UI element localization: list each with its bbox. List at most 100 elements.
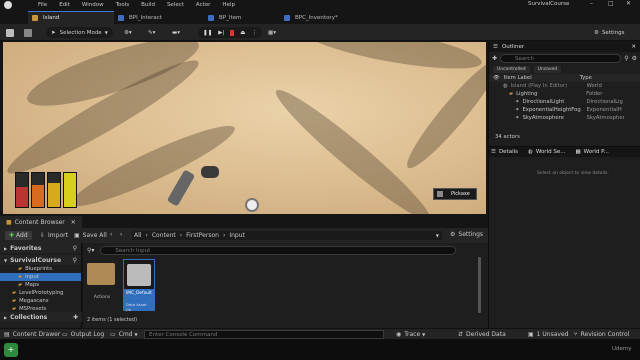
pickup-prompt: Pickaxe [433, 188, 477, 200]
output-log-button[interactable]: ▭ Output Log [62, 331, 104, 338]
folder-item[interactable]: ▰ Megascans [0, 297, 81, 305]
hotbar-slot-lightyellow[interactable] [63, 172, 77, 208]
save-all-button[interactable]: ▣ Save All [74, 231, 107, 240]
menu-tools[interactable]: Tools [116, 2, 130, 8]
filter-unsaved[interactable]: Unsaved [533, 66, 562, 73]
unsaved-button[interactable]: ▣ 1 Unsaved [528, 331, 568, 338]
outliner-search-input[interactable]: Search [500, 54, 622, 63]
level-viewport[interactable]: Pickaxe [3, 42, 486, 214]
settings-button[interactable]: ⚙ Settings [594, 27, 625, 38]
hotbar-slot-red[interactable] [15, 172, 29, 208]
folder-item[interactable]: ▰ Input [0, 273, 81, 281]
content-drawer-button[interactable]: ▤ Content Drawer [4, 331, 60, 338]
menu-window[interactable]: Window [82, 2, 104, 8]
tab-world-settings[interactable]: ◍ World Se... [528, 149, 565, 155]
chevron-down-icon[interactable]: ▼ [436, 233, 439, 238]
outliner-row-label: SkyAtmosphere [522, 115, 564, 121]
unreal-logo[interactable] [4, 1, 12, 9]
trace-button[interactable]: ◉ Trace ▼ [396, 331, 425, 338]
import-button[interactable]: ⇩ Import [40, 231, 68, 240]
stop-icon[interactable] [230, 29, 235, 36]
project-root-header[interactable]: ▼ SurvivalCourse ⚲ [0, 255, 81, 265]
folder-icon: ■ [6, 218, 12, 226]
breadcrumb-firstperson[interactable]: FirstPerson [186, 232, 219, 239]
quick-add-icon[interactable]: ⚙▾ [124, 27, 132, 38]
breadcrumb-all[interactable]: All [134, 232, 141, 239]
collections-header[interactable]: ▶ Collections ✚ [0, 312, 82, 322]
blueprint-menu-icon[interactable]: ✎▾ [148, 27, 155, 38]
menu-file[interactable]: File [38, 2, 47, 8]
add-collection-icon[interactable]: ✚ [73, 314, 78, 321]
outliner-panel: ☰ Outliner ✕ ✚ Search ⚲ ⚙ Uncontrolled U… [488, 42, 640, 146]
outliner-row[interactable]: ✦ SkyAtmosphere SkyAtmosphere [489, 114, 640, 122]
tab-island[interactable]: Island [28, 11, 114, 24]
title-bar: File Edit Window Tools Build Select Acto… [0, 0, 640, 10]
cmd-selector[interactable]: ▭ Cmd ▼ [110, 331, 138, 338]
cinematics-icon[interactable]: ▬▾ [172, 27, 180, 38]
udemy-badge: + [4, 343, 18, 357]
tab-bpc-inventory[interactable]: BPC_Inventory* [280, 11, 370, 24]
chevron-down-icon: ▼ [134, 332, 138, 337]
tab-details[interactable]: ☰ Details [491, 149, 518, 155]
outliner-row[interactable]: ✦ ExponentialHeightFog ExponentialH [489, 106, 640, 114]
breadcrumb-input[interactable]: Input [229, 232, 245, 239]
filter-icon[interactable]: ⚲▾ [87, 247, 94, 254]
asset-search-input[interactable]: Search Input [100, 246, 457, 255]
status-bar: ▤ Content Drawer ▭ Output Log ▭ Cmd ▼ En… [0, 328, 640, 339]
pause-icon[interactable]: ❚❚ [203, 30, 212, 36]
nav-forward-icon[interactable]: › [120, 231, 122, 238]
menu-help[interactable]: Help [222, 2, 235, 8]
tab-bpi-interact[interactable]: BPI_Interact [114, 11, 204, 24]
folder-item[interactable]: ▰ LevelPrototyping [0, 289, 81, 297]
details-icon: ☰ [491, 149, 496, 155]
content-settings-button[interactable]: ⚙ Settings [450, 231, 483, 238]
breadcrumb-content[interactable]: Content [152, 232, 176, 239]
tab-bp-item[interactable]: BP_Item [204, 11, 280, 24]
folder-item[interactable]: ▰ Maps [0, 281, 81, 289]
minimize-button[interactable]: – [590, 0, 593, 7]
visibility-icon[interactable]: 👁 [493, 75, 500, 81]
outliner-row[interactable]: ▰ Lighting Folder [489, 90, 640, 98]
more-icon[interactable]: ⋮ [252, 30, 258, 36]
eject-icon[interactable]: ⏏ [240, 30, 245, 36]
folder-item[interactable]: ▰ Blueprints [0, 265, 81, 273]
menu-select[interactable]: Select [167, 2, 184, 8]
folder-actions[interactable]: Actions [87, 259, 117, 311]
favorites-header[interactable]: ▶ Favorites ⚲ [0, 243, 81, 253]
close-icon[interactable]: ✕ [71, 219, 76, 226]
platforms-icon[interactable]: ▦▾ [268, 27, 276, 38]
asset-imc-default[interactable]: IMC_Default Data Asset (In [123, 259, 155, 312]
tab-world-partition[interactable]: ▦ World P... [575, 149, 608, 155]
close-icon[interactable]: ✕ [631, 44, 636, 50]
add-actor-icon[interactable]: ✚ [492, 55, 497, 62]
save-icon[interactable] [6, 29, 14, 37]
maximize-button[interactable]: □ [608, 0, 614, 7]
hotbar-slot-orange[interactable] [31, 172, 45, 208]
outliner-row[interactable]: ◍ Island (Play In Editor) World [489, 82, 640, 90]
tab-content-browser[interactable]: ■ Content Browser ✕ [0, 216, 82, 228]
close-button[interactable]: ✕ [626, 0, 631, 7]
menu-build[interactable]: Build [141, 2, 155, 8]
step-icon[interactable]: ▶| [218, 30, 224, 36]
content-icon[interactable] [24, 29, 32, 37]
hotbar-slot-yellow[interactable] [47, 172, 61, 208]
selection-mode-button[interactable]: ➤ Selection Mode ▼ [46, 27, 113, 38]
nav-back-icon[interactable]: ‹ [110, 231, 112, 238]
filter-icon[interactable]: ⚲ [624, 55, 628, 62]
unsaved-icon: ▣ [528, 331, 534, 338]
console-input[interactable]: Enter Console Command [144, 330, 384, 339]
search-icon[interactable]: ⚲ [73, 257, 77, 264]
outliner-row-type: SkyAtmosphere [586, 115, 625, 121]
derived-data-button[interactable]: ⇵ Derived Data [458, 331, 506, 338]
scrollbar[interactable] [478, 257, 481, 313]
settings-icon[interactable]: ⚙ [632, 55, 637, 62]
add-button[interactable]: ✚ Add [5, 231, 32, 240]
menu-actor[interactable]: Actor [196, 2, 210, 8]
sources-panel: ▶ Favorites ⚲ ▼ SurvivalCourse ⚲ ▰ Bluepr… [0, 243, 82, 328]
revision-control-button[interactable]: ⑂ Revision Control [574, 331, 629, 338]
outliner-row-label: Island (Play In Editor) [510, 83, 568, 89]
menu-edit[interactable]: Edit [59, 2, 70, 8]
search-icon[interactable]: ⚲ [73, 245, 77, 252]
outliner-row[interactable]: ✦ DirectionalLight DirectionalLig [489, 98, 640, 106]
filter-uncontrolled[interactable]: Uncontrolled [493, 66, 530, 73]
